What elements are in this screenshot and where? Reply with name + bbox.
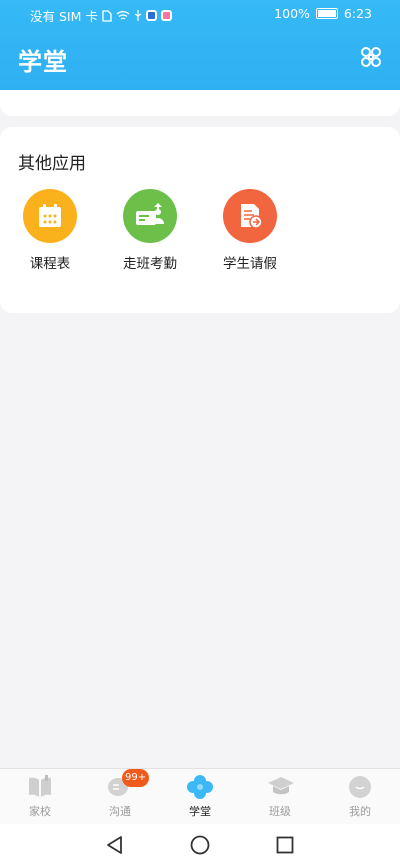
carrier-text: 没有 SIM 卡 — [30, 9, 98, 24]
other-apps-card: 其他应用 课程表 走班考勤 学生请假 — [0, 127, 400, 313]
app-attendance-label: 走班考勤 — [123, 256, 177, 272]
tab-study[interactable]: 学堂 — [160, 775, 240, 819]
tab-home-school-label: 家校 — [29, 805, 51, 818]
clock: 6:23 — [343, 6, 372, 21]
home-icon[interactable] — [189, 834, 211, 856]
app-attendance-circle — [123, 189, 177, 243]
unread-badge: 99+ — [122, 769, 150, 787]
tab-mine[interactable]: 我的 — [320, 775, 400, 819]
section-title: 其他应用 — [18, 154, 86, 174]
app-leave[interactable]: 学生请假 — [200, 189, 300, 272]
app-schedule[interactable]: 课程表 — [0, 189, 100, 272]
tab-home-school[interactable]: 家校 — [0, 775, 80, 819]
id-card-upload-icon — [136, 203, 164, 225]
book-icon — [29, 775, 51, 797]
tab-chat-label: 沟通 — [109, 805, 131, 818]
top-card — [0, 90, 400, 116]
wifi-icon — [116, 11, 130, 20]
graduation-cap-icon — [268, 777, 294, 795]
system-nav-bar — [0, 824, 400, 866]
app-attendance[interactable]: 走班考勤 — [100, 189, 200, 272]
app-notification-icon — [145, 10, 157, 21]
app-notification-icon-2 — [160, 10, 172, 21]
battery-icon — [315, 8, 338, 19]
tab-chat[interactable]: 99+ 沟通 — [80, 769, 160, 819]
usb-icon — [134, 9, 142, 21]
bottom-tab-bar: 家校 99+ 沟通 学堂 班级 我的 — [0, 768, 400, 824]
tab-class[interactable]: 班级 — [240, 775, 320, 819]
calendar-icon — [39, 204, 61, 227]
recents-icon[interactable] — [274, 834, 296, 856]
tab-mine-label: 我的 — [349, 805, 371, 818]
sim-icon — [102, 9, 112, 22]
back-icon[interactable] — [104, 834, 126, 856]
app-leave-label: 学生请假 — [223, 256, 277, 272]
status-bar: 没有 SIM 卡 100% 6:23 — [0, 0, 400, 28]
clover-icon — [187, 775, 213, 799]
tab-study-label: 学堂 — [189, 805, 211, 818]
face-icon — [349, 776, 371, 798]
tab-class-label: 班级 — [269, 805, 291, 818]
app-schedule-circle — [23, 189, 77, 243]
menu-grid-icon[interactable] — [360, 46, 382, 68]
app-leave-circle — [223, 189, 277, 243]
app-header: 没有 SIM 卡 100% 6:23 学堂 — [0, 0, 400, 90]
leave-note-icon — [241, 204, 263, 229]
app-schedule-label: 课程表 — [29, 256, 71, 272]
page-title: 学堂 — [18, 48, 68, 76]
battery-percent: 100% — [274, 6, 310, 21]
